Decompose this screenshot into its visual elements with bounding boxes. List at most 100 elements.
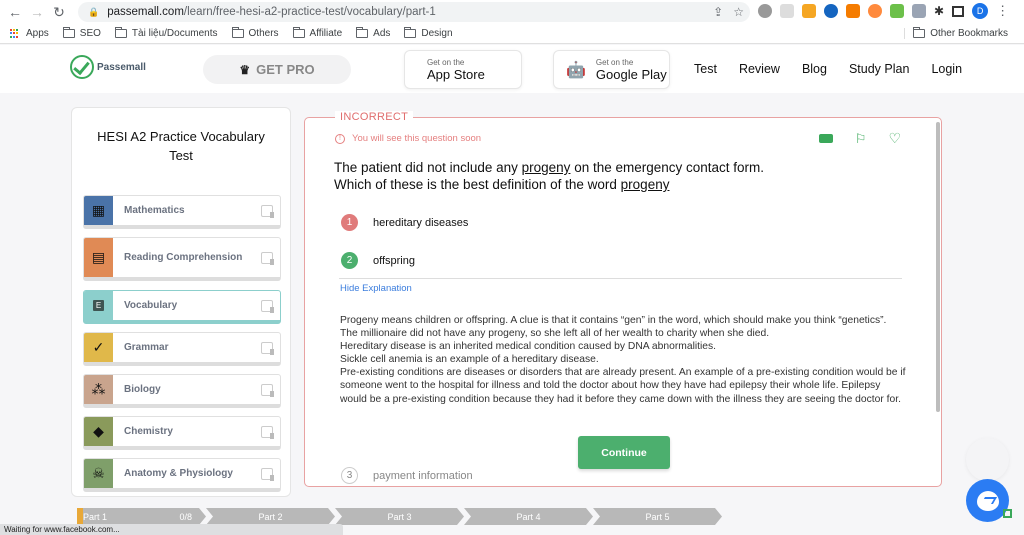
expand-icon[interactable] <box>1003 509 1012 518</box>
other-bookmarks[interactable]: Other Bookmarks <box>904 27 1008 39</box>
warning-icon: ! <box>335 133 345 144</box>
question-text: The patient did not include any progeny … <box>334 160 765 192</box>
drop-icon: ◆ <box>84 417 113 446</box>
answer-option-2[interactable]: 2 offspring <box>341 252 415 269</box>
subject-grammar[interactable]: ✓ Grammar <box>83 332 281 366</box>
answer-option-1[interactable]: 1 hereditary diseases <box>341 214 468 231</box>
calculator-icon: ▦ <box>84 196 113 225</box>
part-2-step[interactable]: Part 2 <box>206 508 335 525</box>
folder-icon <box>62 27 75 38</box>
lock-icon: 🔒 <box>88 6 100 17</box>
subject-biology[interactable]: ⁂ Biology <box>83 374 281 408</box>
divider <box>339 278 902 279</box>
download-icon[interactable] <box>261 204 274 218</box>
question-card: INCORRECT ! You will see this question s… <box>304 111 942 487</box>
crown-icon: ♛ <box>239 62 251 77</box>
back-button[interactable]: ← <box>4 1 26 23</box>
extension-gear-icon[interactable] <box>758 4 772 18</box>
passemall-logo[interactable]: Passemall <box>70 55 146 79</box>
bookmark-design[interactable]: Design <box>404 27 453 39</box>
android-icon: 🤖 <box>566 61 586 79</box>
check-circle-icon: ✓ <box>84 333 113 362</box>
subject-vocabulary[interactable]: E Vocabulary <box>83 290 281 324</box>
download-icon[interactable] <box>261 341 274 355</box>
result-badge: INCORRECT <box>335 111 414 123</box>
folder-icon <box>356 27 369 38</box>
site-header: Passemall ♛ GET PRO Get on the App Store… <box>0 45 1024 93</box>
subject-reading-comprehension[interactable]: ▤ Reading Comprehension <box>83 237 281 281</box>
part-4-step[interactable]: Part 4 <box>464 508 593 525</box>
download-icon[interactable] <box>261 251 274 265</box>
bookmarks-bar: Apps SEO Tài liệu/Documents Others Affil… <box>0 24 1024 44</box>
extension-grid-icon[interactable] <box>890 4 904 18</box>
hide-explanation-link[interactable]: Hide Explanation <box>340 283 412 294</box>
part-1-step[interactable]: Part 1 0/8 <box>77 508 206 525</box>
heart-icon[interactable]: ♡ <box>888 130 901 147</box>
download-icon[interactable] <box>261 383 274 397</box>
letter-e-icon: E <box>84 291 113 320</box>
keyword: progeny <box>620 177 670 192</box>
share-icon[interactable]: ⇪ <box>713 5 723 19</box>
bookmark-documents[interactable]: Tài liệu/Documents <box>114 27 218 39</box>
hand-cells-icon: ⁂ <box>84 375 113 404</box>
nav-test[interactable]: Test <box>694 62 717 76</box>
extension-k-icon[interactable] <box>780 4 794 18</box>
continue-button[interactable]: Continue <box>578 436 670 469</box>
skull-icon: ☠ <box>84 459 113 488</box>
main-nav: Test Review Blog Study Plan Login <box>694 62 962 76</box>
profile-avatar[interactable]: D <box>972 3 989 19</box>
get-pro-button[interactable]: ♛ GET PRO <box>203 55 351 84</box>
keyboard-icon[interactable] <box>818 134 833 143</box>
folder-icon <box>292 27 305 38</box>
question-tools: ⚐ ♡ <box>818 130 901 147</box>
download-icon[interactable] <box>261 299 274 313</box>
part-3-step[interactable]: Part 3 <box>335 508 464 525</box>
messenger-icon <box>976 490 999 511</box>
browser-toolbar: ← → ↻ 🔒 passemall.com/learn/free-hesi-a2… <box>0 0 1024 24</box>
bookmark-ads[interactable]: Ads <box>356 27 390 39</box>
star-icon[interactable]: ☆ <box>733 5 744 19</box>
subjects-sidebar: HESI A2 Practice Vocabulary Test ▦ Mathe… <box>71 107 291 497</box>
answer-option-3[interactable]: 3 payment information <box>341 467 473 484</box>
subject-anatomy-physiology[interactable]: ☠ Anatomy & Physiology <box>83 458 281 492</box>
bookmark-seo[interactable]: SEO <box>62 27 101 39</box>
checkmark-logo-icon <box>70 55 94 79</box>
extension-seo-icon[interactable] <box>802 4 816 18</box>
google-play-button[interactable]: 🤖 Get on the Google Play <box>553 50 670 89</box>
app-store-button[interactable]: Get on the App Store <box>404 50 522 89</box>
review-notice: ! You will see this question soon <box>335 133 481 144</box>
side-panel-icon[interactable] <box>952 5 965 17</box>
browser-status-bar: Waiting for www.facebook.com... <box>0 524 343 535</box>
subject-mathematics[interactable]: ▦ Mathematics <box>83 195 281 229</box>
flag-icon[interactable]: ⚐ <box>855 131 867 147</box>
nav-study-plan[interactable]: Study Plan <box>849 62 909 76</box>
browser-menu-icon[interactable]: ⋮ <box>996 3 1009 19</box>
extension-code-icon[interactable] <box>912 4 926 18</box>
apps-grid-icon <box>10 28 20 39</box>
forward-button[interactable]: → <box>26 1 48 23</box>
bookmark-others[interactable]: Others <box>231 27 279 39</box>
subject-chemistry[interactable]: ◆ Chemistry <box>83 416 281 450</box>
part-5-step[interactable]: Part 5 <box>593 508 722 525</box>
keyword: progeny <box>521 160 571 175</box>
explanation-text: Progeny means children or offspring. A c… <box>340 315 906 405</box>
extension-robot-icon[interactable] <box>868 4 882 18</box>
scrollbar[interactable] <box>936 122 940 412</box>
document-icon: ▤ <box>84 238 113 277</box>
nav-blog[interactable]: Blog <box>802 62 827 76</box>
bookmark-affiliate[interactable]: Affiliate <box>292 27 342 39</box>
parts-progress: Part 1 0/8 Part 2 Part 3 Part 4 Part 5 <box>77 508 722 525</box>
extension-chart-icon[interactable] <box>846 4 860 18</box>
nav-review[interactable]: Review <box>739 62 780 76</box>
extensions-puzzle-icon[interactable]: ✱ <box>934 4 944 18</box>
address-bar[interactable]: 🔒 passemall.com/learn/free-hesi-a2-pract… <box>78 2 750 22</box>
bookmark-apps[interactable]: Apps <box>10 28 49 39</box>
download-icon[interactable] <box>261 425 274 439</box>
extension-play-icon[interactable] <box>824 4 838 18</box>
option-number-badge: 3 <box>341 467 358 484</box>
download-icon[interactable] <box>261 467 274 481</box>
folder-icon <box>913 27 926 38</box>
floating-action-button[interactable] <box>966 438 1009 481</box>
nav-login[interactable]: Login <box>931 62 962 76</box>
reload-button[interactable]: ↻ <box>48 1 70 23</box>
